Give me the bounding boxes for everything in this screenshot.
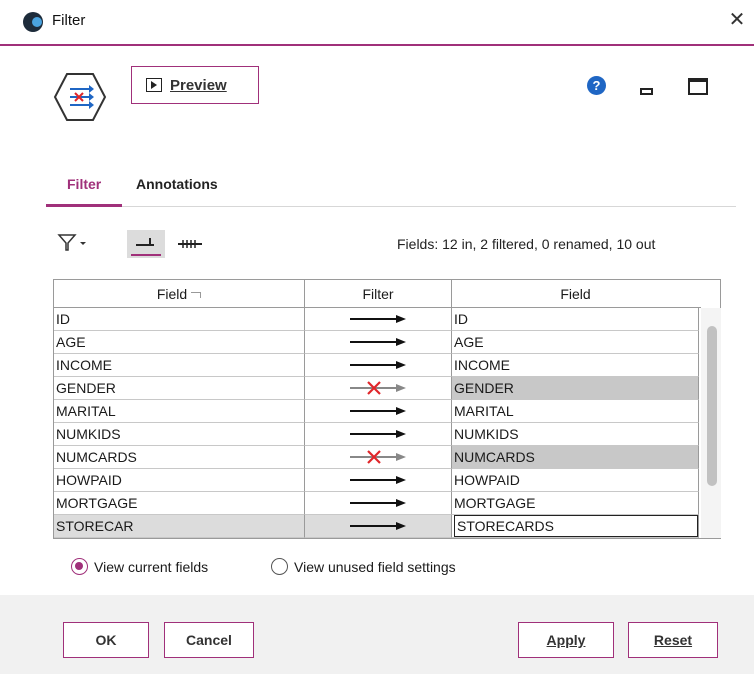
radio-selected-icon (71, 558, 88, 575)
pass-arrow-icon[interactable] (305, 515, 452, 538)
field-in-cell[interactable]: MORTGAGE (54, 492, 305, 515)
field-out-cell[interactable]: MARITAL (452, 400, 699, 423)
table-header: Field Filter Field (54, 280, 701, 308)
tab-divider (46, 206, 736, 207)
field-out-cell[interactable]: INCOME (452, 354, 699, 377)
maximize-icon[interactable] (688, 78, 708, 95)
field-out-edit[interactable]: STORECARDS (452, 515, 699, 538)
reset-button[interactable]: Reset (628, 622, 718, 658)
field-out-cell[interactable]: NUMKIDS (452, 423, 699, 446)
pass-arrow-icon[interactable] (305, 400, 452, 423)
apply-button[interactable]: Apply (518, 622, 614, 658)
table-body: ID ID AGE AGE INCOME INCOME GENDER GENDER MARITA… (54, 308, 701, 538)
close-icon[interactable]: ✕ (727, 10, 747, 30)
field-out-cell[interactable]: ID (452, 308, 699, 331)
field-out-cell[interactable]: AGE (452, 331, 699, 354)
pass-arrow-icon[interactable] (305, 354, 452, 377)
table-row[interactable]: HOWPAID HOWPAID (54, 469, 701, 492)
tab-filter[interactable]: Filter (67, 176, 101, 192)
filtered-arrow-icon[interactable] (305, 377, 452, 400)
vertical-scrollbar[interactable] (701, 308, 721, 538)
table-row[interactable]: MARITAL MARITAL (54, 400, 701, 423)
fields-status-text: Fields: 12 in, 2 filtered, 0 renamed, 10… (397, 236, 656, 252)
field-in-cell[interactable]: NUMKIDS (54, 423, 305, 446)
field-out-cell[interactable]: NUMCARDS (452, 446, 699, 469)
preview-button[interactable]: Preview (131, 66, 259, 104)
play-icon (146, 78, 162, 92)
pass-arrow-icon[interactable] (305, 423, 452, 446)
column-header-field-in[interactable]: Field (54, 280, 305, 307)
title-bar (0, 0, 754, 46)
preview-label: Preview (170, 76, 227, 94)
field-out-cell[interactable]: HOWPAID (452, 469, 699, 492)
sort-icon (191, 292, 202, 298)
field-in-cell[interactable]: AGE (54, 331, 305, 354)
app-logo-icon (23, 12, 43, 32)
table-row[interactable]: MORTGAGE MORTGAGE (54, 492, 701, 515)
radio-view-unused-settings[interactable]: View unused field settings (271, 558, 456, 575)
radio-view-current-fields[interactable]: View current fields (71, 558, 208, 575)
field-out-cell[interactable]: MORTGAGE (452, 492, 699, 515)
funnel-dropdown-icon[interactable] (57, 233, 89, 253)
window-title: Filter (52, 12, 86, 29)
tab-annotations[interactable]: Annotations (136, 176, 218, 192)
ok-button[interactable]: OK (63, 622, 149, 658)
scrollbar-thumb[interactable] (707, 326, 717, 486)
table-row[interactable]: ID ID (54, 308, 701, 331)
column-header-field-out[interactable]: Field (452, 280, 699, 307)
show-filtered-icon[interactable] (127, 230, 165, 258)
pass-arrow-icon[interactable] (305, 331, 452, 354)
radio-unselected-icon (271, 558, 288, 575)
field-in-cell[interactable]: INCOME (54, 354, 305, 377)
filter-node-icon (53, 73, 107, 121)
field-in-cell[interactable]: HOWPAID (54, 469, 305, 492)
table-row[interactable]: AGE AGE (54, 331, 701, 354)
field-in-cell[interactable]: MARITAL (54, 400, 305, 423)
minimize-icon[interactable] (640, 88, 653, 95)
pass-arrow-icon[interactable] (305, 469, 452, 492)
field-filter-table: Field Filter Field ID ID AGE AGE INCOME INCOM… (53, 279, 721, 539)
field-in-cell[interactable]: ID (54, 308, 305, 331)
cancel-button[interactable]: Cancel (164, 622, 254, 658)
table-row[interactable]: NUMCARDS NUMCARDS (54, 446, 701, 469)
field-in-cell[interactable]: GENDER (54, 377, 305, 400)
table-row[interactable]: GENDER GENDER (54, 377, 701, 400)
column-header-filter[interactable]: Filter (305, 280, 452, 307)
active-tab-indicator (46, 204, 122, 207)
field-in-cell[interactable]: NUMCARDS (54, 446, 305, 469)
rename-input[interactable]: STORECARDS (454, 515, 698, 537)
pass-arrow-icon[interactable] (305, 308, 452, 331)
help-icon[interactable]: ? (587, 76, 606, 95)
show-all-icon[interactable] (176, 232, 206, 256)
field-in-cell[interactable]: STORECAR (54, 515, 305, 538)
table-row[interactable]: INCOME INCOME (54, 354, 701, 377)
table-row[interactable]: STORECAR STORECARDS (54, 515, 701, 538)
field-out-cell[interactable]: GENDER (452, 377, 699, 400)
table-row[interactable]: NUMKIDS NUMKIDS (54, 423, 701, 446)
filtered-arrow-icon[interactable] (305, 446, 452, 469)
pass-arrow-icon[interactable] (305, 492, 452, 515)
